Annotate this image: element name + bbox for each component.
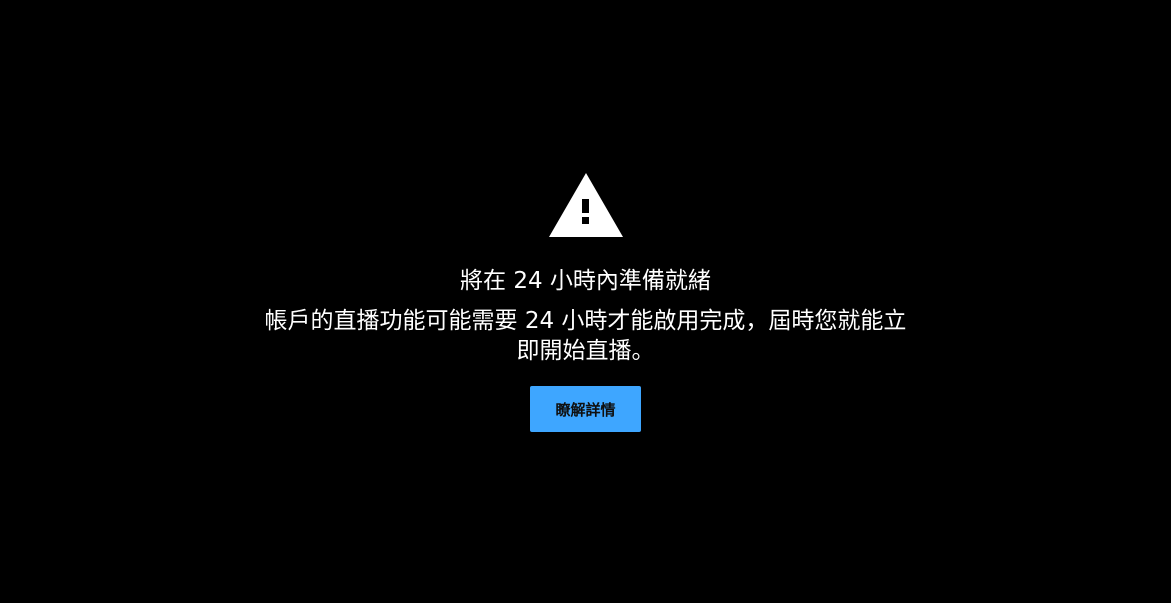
notice-panel: 將在 24 小時內準備就緒 帳戶的直播功能可能需要 24 小時才能啟用完成，屆時… (0, 172, 1171, 432)
notice-title: 將在 24 小時內準備就緒 (460, 268, 711, 294)
warning-icon (548, 173, 623, 237)
live-streaming-not-ready-screen: 將在 24 小時內準備就緒 帳戶的直播功能可能需要 24 小時才能啟用完成，屆時… (0, 0, 1171, 603)
notice-message: 帳戶的直播功能可能需要 24 小時才能啟用完成，屆時您就能立即開始直播。 (264, 308, 907, 364)
learn-more-button[interactable]: 瞭解詳情 (530, 386, 641, 432)
